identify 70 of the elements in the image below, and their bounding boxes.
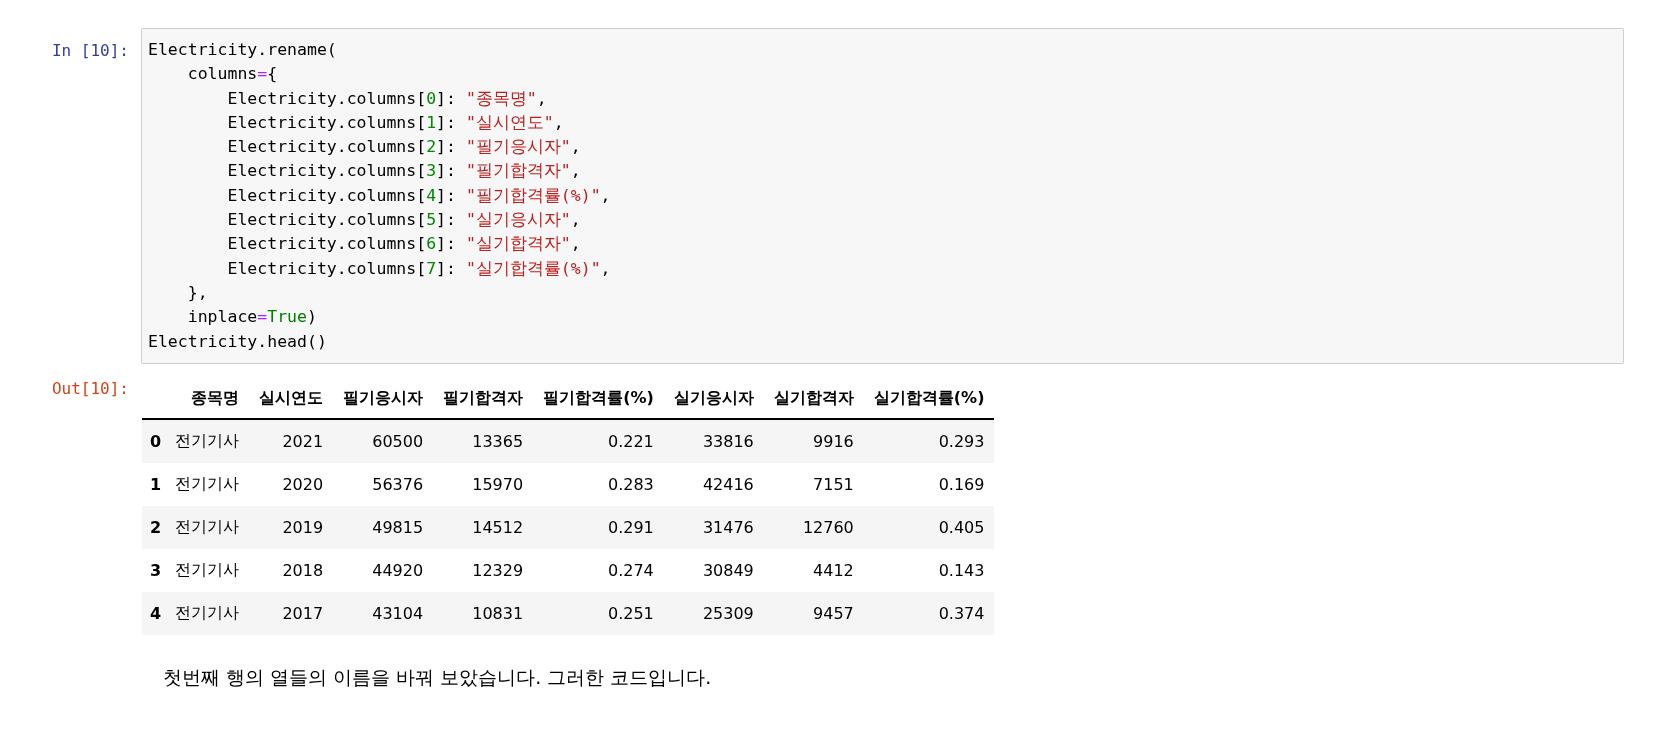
code-line: Electricity.columns[5]: "실기응시자", [226,209,582,232]
code-line: Electricity.columns[6]: "실기합격자", [226,233,582,256]
row-index: 2 [142,505,166,549]
table-cell: 9916 [763,418,864,463]
code-line: Electricity.columns[4]: "필기합격률(%)", [226,184,612,207]
row-index: 3 [142,548,166,592]
code-line: columns={ [186,63,279,86]
code-line: Electricity.columns[2]: "필기응시자", [226,136,582,159]
column-header: 종목명 [165,379,250,419]
table-cell: 12329 [433,548,534,592]
table-cell: 43104 [333,591,434,635]
column-header: 실기응시자 [663,379,764,419]
table-cell: 2020 [249,462,334,506]
column-header: 실기합격자 [763,379,864,419]
table-cell: 0.274 [533,548,664,592]
table-cell: 0.291 [533,505,664,549]
table-cell: 33816 [663,418,764,463]
input-prompt: In [10]: [50,40,130,62]
code-line: Electricity.columns[7]: "실기합격률(%)", [226,257,612,280]
output-prompt: Out[10]: [50,377,130,400]
table-cell: 12760 [763,505,864,549]
table-cell: 56376 [333,462,434,506]
table-cell: 0.374 [863,591,995,635]
table-cell: 0.143 [863,548,995,592]
table-cell: 전기기사 [165,418,250,463]
column-header: 실기합격률(%) [863,379,995,419]
row-index: 4 [142,591,166,635]
table-cell: 10831 [433,591,534,635]
table-cell: 4412 [763,548,864,592]
table-cell: 전기기사 [165,462,250,506]
markdown-text: 첫번째 행의 열들의 이름을 바꿔 보았습니다. 그러한 코드입니다. [163,664,713,690]
table-cell: 60500 [333,418,434,463]
column-header: 필기합격률(%) [533,379,664,419]
table-cell: 42416 [663,462,764,506]
table-cell: 0.293 [863,418,995,463]
table-cell: 2017 [249,591,334,635]
code-line: Electricity.columns[3]: "필기합격자", [226,160,582,183]
table-cell: 44920 [333,548,434,592]
table-cell: 2019 [249,505,334,549]
table-cell: 0.169 [863,462,995,506]
table-cell: 0.405 [863,505,995,549]
table-cell: 0.221 [533,418,664,463]
table-cell: 49815 [333,505,434,549]
table-cell: 전기기사 [165,548,250,592]
table-cell: 7151 [763,462,864,506]
column-header: 실시연도 [249,379,334,419]
code-cell[interactable] [141,28,1624,364]
column-header: 필기합격자 [433,379,534,419]
code-line: inplace=True) [186,306,318,329]
code-line: }, [186,281,209,304]
row-index: 0 [142,418,166,463]
table-cell: 14512 [433,505,534,549]
table-cell: 9457 [763,591,864,635]
table-cell: 13365 [433,418,534,463]
code-line: Electricity.head() [148,330,328,353]
code-line: Electricity.columns[1]: "실시연도", [226,111,565,134]
table-cell: 2018 [249,548,334,592]
table-cell: 2021 [249,418,334,463]
column-header: 필기응시자 [333,379,434,419]
row-index: 1 [142,462,166,506]
table-cell: 0.251 [533,591,664,635]
table-cell: 전기기사 [165,505,250,549]
table-cell: 31476 [663,505,764,549]
table-cell: 30849 [663,548,764,592]
code-line: Electricity.columns[0]: "종목명", [226,87,548,110]
table-cell: 15970 [433,462,534,506]
table-cell: 25309 [663,591,764,635]
table-cell: 전기기사 [165,591,250,635]
table-cell: 0.283 [533,462,664,506]
code-line: Electricity.rename( [148,39,338,61]
